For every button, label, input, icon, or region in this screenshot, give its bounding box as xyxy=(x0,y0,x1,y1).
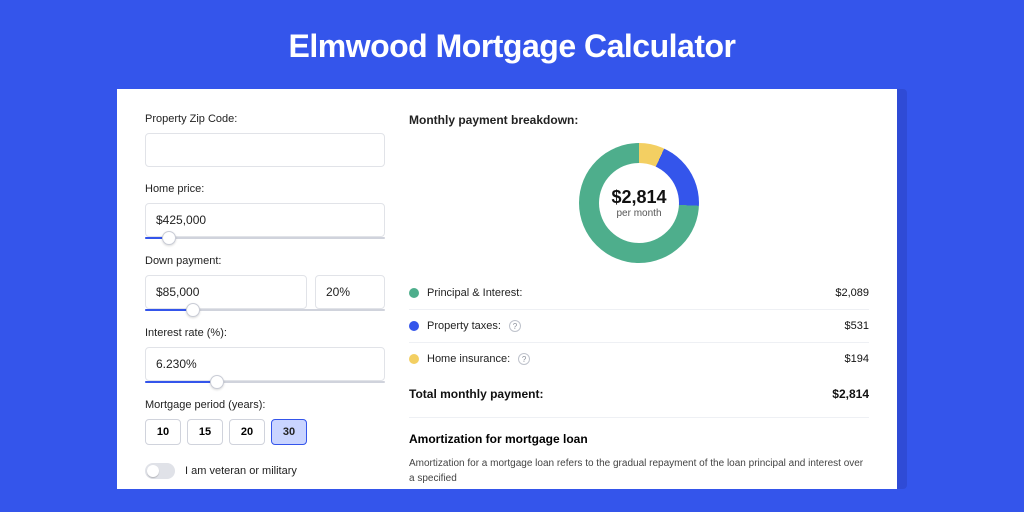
total-label: Total monthly payment: xyxy=(409,387,543,401)
home-price-label: Home price: xyxy=(145,183,385,195)
amortization-text: Amortization for a mortgage loan refers … xyxy=(409,456,869,486)
period-field: Mortgage period (years): 10 15 20 30 xyxy=(145,399,385,445)
toggle-knob xyxy=(147,465,159,477)
legend-label: Home insurance: xyxy=(427,353,510,365)
down-payment-field: Down payment: xyxy=(145,255,385,311)
donut-value: $2,814 xyxy=(611,187,666,208)
dot-icon xyxy=(409,354,419,364)
period-btn-15[interactable]: 15 xyxy=(187,419,223,445)
interest-input[interactable] xyxy=(145,347,385,381)
total-value: $2,814 xyxy=(832,387,869,401)
dot-icon xyxy=(409,288,419,298)
breakdown-column: Monthly payment breakdown: $2,814 per mo… xyxy=(409,113,869,486)
interest-slider[interactable] xyxy=(145,381,385,383)
period-buttons: 10 15 20 30 xyxy=(145,419,385,445)
donut-chart-wrap: $2,814 per month xyxy=(409,137,869,277)
dot-icon xyxy=(409,321,419,331)
zip-field: Property Zip Code: xyxy=(145,113,385,167)
zip-label: Property Zip Code: xyxy=(145,113,385,125)
slider-thumb[interactable] xyxy=(210,375,224,389)
home-price-input[interactable] xyxy=(145,203,385,237)
down-payment-label: Down payment: xyxy=(145,255,385,267)
period-label: Mortgage period (years): xyxy=(145,399,385,411)
interest-field: Interest rate (%): xyxy=(145,327,385,383)
legend-row-principal: Principal & Interest: $2,089 xyxy=(409,277,869,310)
amortization-section: Amortization for mortgage loan Amortizat… xyxy=(409,417,869,486)
legend-label: Property taxes: xyxy=(427,320,501,332)
home-price-slider[interactable] xyxy=(145,237,385,239)
down-payment-input[interactable] xyxy=(145,275,307,309)
zip-input[interactable] xyxy=(145,133,385,167)
veteran-row: I am veteran or military xyxy=(145,463,385,479)
down-payment-slider[interactable] xyxy=(145,309,385,311)
veteran-toggle[interactable] xyxy=(145,463,175,479)
period-btn-20[interactable]: 20 xyxy=(229,419,265,445)
slider-thumb[interactable] xyxy=(162,231,176,245)
down-payment-pct-input[interactable] xyxy=(315,275,385,309)
home-price-field: Home price: xyxy=(145,183,385,239)
donut-chart: $2,814 per month xyxy=(579,143,699,263)
slider-thumb[interactable] xyxy=(186,303,200,317)
info-icon[interactable]: ? xyxy=(518,353,530,365)
page-title: Elmwood Mortgage Calculator xyxy=(0,0,1024,89)
calculator-panel: Property Zip Code: Home price: Down paym… xyxy=(117,89,897,489)
period-btn-30[interactable]: 30 xyxy=(271,419,307,445)
legend-value: $194 xyxy=(845,353,869,365)
amortization-title: Amortization for mortgage loan xyxy=(409,432,869,446)
breakdown-title: Monthly payment breakdown: xyxy=(409,113,869,127)
interest-label: Interest rate (%): xyxy=(145,327,385,339)
donut-sub: per month xyxy=(616,208,661,219)
total-row: Total monthly payment: $2,814 xyxy=(409,375,869,417)
form-column: Property Zip Code: Home price: Down paym… xyxy=(145,113,385,486)
donut-center: $2,814 per month xyxy=(599,163,679,243)
legend-label: Principal & Interest: xyxy=(427,287,522,299)
legend-value: $2,089 xyxy=(835,287,869,299)
panel-shadow: Property Zip Code: Home price: Down paym… xyxy=(117,89,907,489)
info-icon[interactable]: ? xyxy=(509,320,521,332)
legend-row-taxes: Property taxes: ? $531 xyxy=(409,310,869,343)
period-btn-10[interactable]: 10 xyxy=(145,419,181,445)
legend-value: $531 xyxy=(845,320,869,332)
veteran-label: I am veteran or military xyxy=(185,465,297,477)
legend-row-insurance: Home insurance: ? $194 xyxy=(409,343,869,375)
